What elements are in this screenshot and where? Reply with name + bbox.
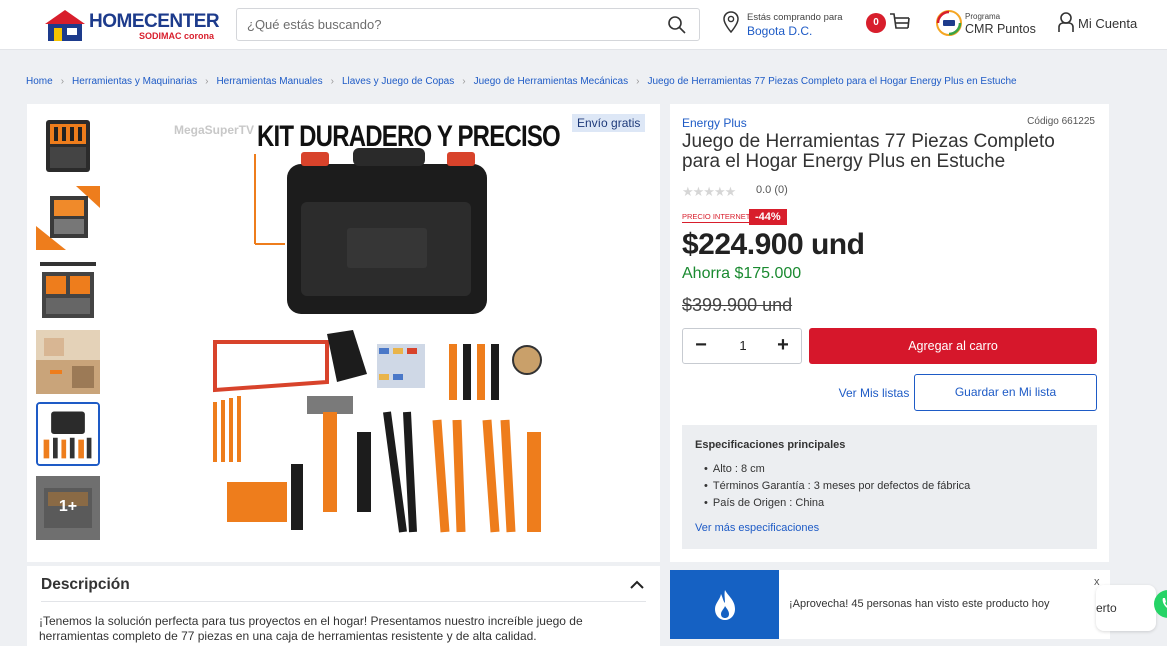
cart-count-badge: 0 xyxy=(866,13,886,33)
description-divider xyxy=(41,601,646,602)
workshop-image xyxy=(36,330,100,394)
original-price: $399.900 und xyxy=(682,295,793,315)
main-specifications: Especificaciones principales Alto : 8 cm… xyxy=(682,425,1097,549)
increase-quantity-button[interactable]: + xyxy=(765,329,801,363)
add-to-cart-button[interactable]: Agregar al carro xyxy=(809,328,1097,364)
location-label: Estás comprando para xyxy=(747,12,843,23)
gallery-thumbnail[interactable] xyxy=(36,186,100,250)
breadcrumb-item[interactable]: Llaves y Juego de Copas xyxy=(342,76,454,87)
breadcrumb-item[interactable]: Herramientas y Maquinarias xyxy=(72,76,197,87)
more-images-label: 1+ xyxy=(58,498,78,515)
whatsapp-icon[interactable] xyxy=(1153,589,1167,619)
cmr-puntos-icon[interactable] xyxy=(936,10,962,36)
toolkit-image xyxy=(38,404,98,464)
breadcrumb: Home › Herramientas y Maquinarias › Herramie… xyxy=(26,76,1017,87)
savings-text: Ahorra $175.000 xyxy=(682,265,802,282)
search-input[interactable] xyxy=(247,9,647,40)
breadcrumb-separator-icon: › xyxy=(636,76,640,87)
breadcrumb-current[interactable]: Juego de Herramientas 77 Piezas Completo… xyxy=(647,76,1016,87)
logo-text: HOMECENTER xyxy=(89,11,220,32)
homecenter-logo[interactable]: HOMECENTER SODIMAC corona xyxy=(44,9,220,43)
breadcrumb-item[interactable]: Home xyxy=(26,76,53,87)
description-text: ¡Tenemos la solución perfecta para tus p… xyxy=(39,614,583,643)
price-internet-label: PRECIO INTERNET xyxy=(682,212,751,223)
brand-link[interactable]: Energy Plus xyxy=(682,116,747,130)
cmr-program-label: Programa xyxy=(965,12,1001,21)
site-header: HOMECENTER SODIMAC corona Estás comprand… xyxy=(0,0,1167,50)
user-icon[interactable] xyxy=(1057,11,1075,33)
gallery-thumbnail[interactable] xyxy=(36,114,100,178)
quantity-value[interactable]: 1 xyxy=(723,329,763,363)
specifications-title: Especificaciones principales xyxy=(695,439,846,451)
search-icon[interactable] xyxy=(667,15,687,35)
fire-icon xyxy=(715,590,735,620)
cart-icon[interactable] xyxy=(889,12,911,34)
product-title: Juego de Herramientas 77 Piezas Completo… xyxy=(682,131,1055,172)
save-to-list-button[interactable]: Guardar en Mi lista xyxy=(914,374,1097,411)
rating-value: 0.0 (0) xyxy=(756,184,788,196)
breadcrumb-separator-icon: › xyxy=(462,76,466,87)
breadcrumb-item[interactable]: Juego de Herramientas Mecánicas xyxy=(474,76,629,87)
gallery-thumbnail-active[interactable] xyxy=(36,402,100,466)
breadcrumb-separator-icon: › xyxy=(60,76,65,87)
house-logo-icon xyxy=(45,10,85,41)
promo-message: ¡Aprovecha! 45 personas han visto este p… xyxy=(789,598,1050,610)
gallery-thumbnail-more[interactable]: 1+ xyxy=(36,476,100,540)
location-pin-icon[interactable] xyxy=(722,11,740,33)
chat-bubble[interactable]: erto xyxy=(1096,585,1156,631)
description-title: Descripción xyxy=(41,576,130,593)
product-code: Código 661225 xyxy=(1027,116,1095,127)
discount-badge: -44% xyxy=(749,209,787,225)
product-gallery: 1+ Envío gratis MegaSuperTV KIT DURADERO… xyxy=(27,104,660,562)
toolkit-image xyxy=(36,258,100,322)
logo-subtext: SODIMAC corona xyxy=(139,31,215,41)
chat-label: erto xyxy=(1096,601,1117,615)
main-product-image[interactable] xyxy=(167,112,567,552)
gallery-thumbnail[interactable] xyxy=(36,258,100,322)
quantity-stepper: − 1 + xyxy=(682,328,802,364)
spec-item: País de Origen : China xyxy=(704,497,824,509)
my-account-link[interactable]: Mi Cuenta xyxy=(1078,16,1137,31)
search-bar xyxy=(236,8,700,41)
free-shipping-badge: Envío gratis xyxy=(572,114,646,132)
toolkit-image xyxy=(36,114,100,178)
current-price: $224.900 und xyxy=(682,228,865,261)
spec-item: Términos Garantía : 3 meses por defectos… xyxy=(704,480,970,492)
toolkit-image xyxy=(36,186,100,250)
breadcrumb-separator-icon: › xyxy=(205,76,209,87)
decrease-quantity-button[interactable]: − xyxy=(683,329,719,363)
more-specifications-link[interactable]: Ver más especificaciones xyxy=(695,522,819,534)
chevron-up-icon[interactable] xyxy=(628,576,646,594)
spec-item: Alto : 8 cm xyxy=(704,463,765,475)
product-info-panel: Energy Plus Código 661225 Juego de Herra… xyxy=(670,104,1109,562)
gallery-thumbnail[interactable] xyxy=(36,330,100,394)
location-city-link[interactable]: Bogota D.C. xyxy=(747,24,812,38)
cmr-puntos-link[interactable]: CMR Puntos xyxy=(965,22,1036,36)
breadcrumb-item[interactable]: Herramientas Manuales xyxy=(216,76,322,87)
breadcrumb-separator-icon: › xyxy=(330,76,334,87)
promo-icon-box xyxy=(670,570,779,639)
description-panel: Descripción ¡Tenemos la solución perfect… xyxy=(27,566,660,646)
promo-banner: ¡Aprovecha! 45 personas han visto este p… xyxy=(670,570,1110,639)
rating-stars-icon[interactable]: ★★★★★ xyxy=(682,184,736,200)
